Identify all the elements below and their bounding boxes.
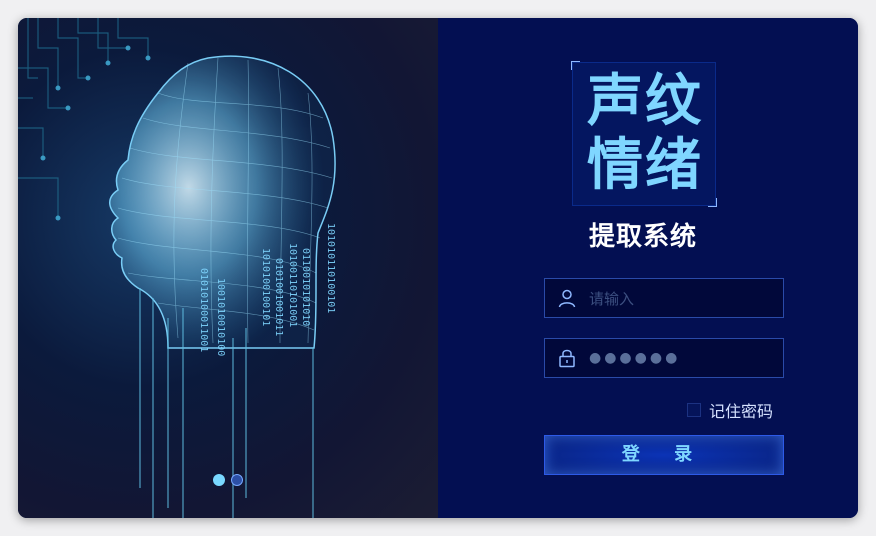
frame-corner-bottom-right [708,198,717,207]
carousel-dot-1[interactable] [213,474,225,486]
login-button[interactable]: 登 录 [544,435,784,475]
password-field[interactable]: ●●●●●● [544,338,784,378]
svg-text:0110010101010: 0110010101010 [300,248,311,326]
hero-panel: 01010100011001 1001010010100 10101001001… [18,18,438,518]
title-line-1: 声纹 [587,69,703,134]
frame-corner-top-left [571,61,580,70]
svg-text:101010110100101: 101010110100101 [325,223,336,313]
carousel-dot-2[interactable] [231,474,243,486]
svg-text:1010100100101: 1010100100101 [260,248,271,326]
password-input[interactable]: ●●●●●● [589,339,680,377]
remember-checkbox[interactable] [687,403,701,417]
username-field[interactable] [544,278,784,319]
remember-label[interactable]: 记住密码 [709,398,773,422]
svg-text:10100110101001: 10100110101001 [287,243,298,327]
svg-text:0101001001011: 0101001001011 [273,258,284,336]
ai-head-illustration: 01010100011001 1001010010100 10101001001… [18,18,336,518]
svg-text:01010100011001: 01010100011001 [198,268,209,352]
login-panel: 声纹 情绪 提取系统 ●●●●●● [438,18,858,518]
username-input[interactable] [587,279,781,319]
title-frame: 声纹 情绪 [571,61,717,207]
svg-text:1001010010100: 1001010010100 [215,278,226,356]
title-line-2: 情绪 [587,133,703,198]
remember-me[interactable]: 记住密码 [687,398,773,422]
login-card: 01010100011001 1001010010100 10101001001… [18,18,858,518]
system-subtitle: 提取系统 [588,222,697,252]
carousel-dots [213,474,243,486]
user-icon [557,288,577,312]
lock-icon [557,348,577,372]
